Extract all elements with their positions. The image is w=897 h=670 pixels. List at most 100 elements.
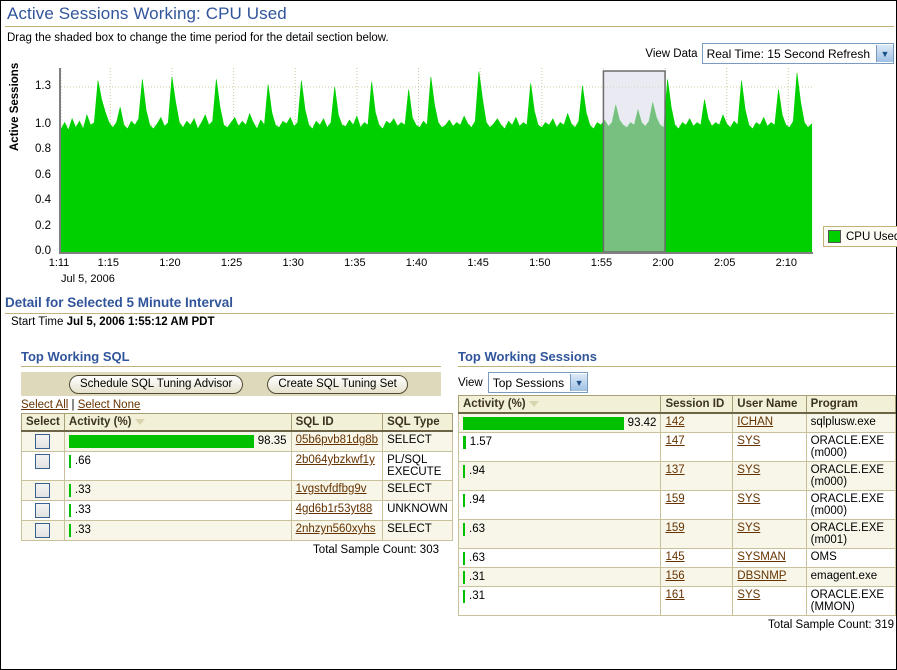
activity-value: .63 <box>465 523 656 535</box>
user-name-link[interactable]: ICHAN <box>737 416 773 428</box>
x-tick-label: 1:30 <box>283 257 304 269</box>
col-sql-type[interactable]: SQL Type <box>383 414 453 432</box>
row-checkbox[interactable] <box>35 454 50 469</box>
activity-value: .33 <box>71 524 287 536</box>
legend-label-cpu-used: CPU Used <box>846 231 897 243</box>
table-row: .662b064ybzkwf1yPL/SQL EXECUTE <box>22 452 453 481</box>
session-id-cell: 147 <box>661 433 733 462</box>
user-name-link[interactable]: SYSMAN <box>737 551 786 563</box>
schedule-sql-tuning-advisor-button[interactable]: Schedule SQL Tuning Advisor <box>69 375 243 394</box>
activity-cell: .33 <box>64 481 291 501</box>
col-user-name[interactable]: User Name <box>733 396 806 414</box>
activity-cell: .31 <box>459 568 661 587</box>
y-tick-label: 0.4 <box>25 194 51 206</box>
activity-bar <box>463 417 624 430</box>
row-checkbox[interactable] <box>35 483 50 498</box>
activity-cell: .63 <box>459 520 661 549</box>
row-select-cell <box>22 501 65 521</box>
select-links-separator: | <box>72 399 75 411</box>
user-name-link[interactable]: DBSNMP <box>737 570 786 582</box>
sessions-view-select[interactable]: Top Sessions ▼ <box>488 372 588 393</box>
col-session-id[interactable]: Session ID <box>661 396 733 414</box>
x-tick-label: 1:15 <box>98 257 119 269</box>
row-checkbox[interactable] <box>35 503 50 518</box>
top-working-sessions-panel: Top Working Sessions View Top Sessions ▼… <box>458 349 896 631</box>
top-sessions-divider <box>458 366 896 367</box>
row-checkbox[interactable] <box>35 523 50 538</box>
user-name-link[interactable]: SYS <box>737 464 760 476</box>
x-axis-date-label: Jul 5, 2006 <box>61 273 115 285</box>
sql-id-link[interactable]: 2nhzyn560xyhs <box>296 523 376 535</box>
table-row: .331vgstvfdfbg9vSELECT <box>22 481 453 501</box>
y-tick-label: 0.0 <box>25 245 51 257</box>
session-id-link[interactable]: 156 <box>665 570 684 582</box>
col-program[interactable]: Program <box>806 396 895 414</box>
col-activity[interactable]: Activity (%) <box>64 414 291 432</box>
select-none-link[interactable]: Select None <box>78 399 141 411</box>
user-name-cell: SYS <box>733 520 806 549</box>
x-tick-label: 1:50 <box>529 257 550 269</box>
activity-cell: .94 <box>459 462 661 491</box>
activity-cell: 1.57 <box>459 433 661 462</box>
top-working-sql-panel: Top Working SQL Schedule SQL Tuning Advi… <box>21 349 441 556</box>
sql-id-cell: 1vgstvfdfbg9v <box>291 481 383 501</box>
y-tick-label: 1.3 <box>25 80 51 92</box>
activity-value: .63 <box>465 552 656 564</box>
user-name-link[interactable]: SYS <box>737 589 760 601</box>
session-id-link[interactable]: 159 <box>665 522 684 534</box>
row-checkbox[interactable] <box>35 434 50 449</box>
view-data-select[interactable]: Real Time: 15 Second Refresh ▼ <box>702 43 894 64</box>
sort-descending-icon[interactable] <box>135 419 145 425</box>
x-tick-label: 1:40 <box>406 257 427 269</box>
session-id-cell: 145 <box>661 549 733 568</box>
sql-id-link[interactable]: 05b6pvb81dg8b <box>296 434 379 446</box>
detail-section-title: Detail for Selected 5 Minute Interval <box>5 295 233 310</box>
sql-id-cell: 2nhzyn560xyhs <box>291 521 383 541</box>
col-activity[interactable]: Activity (%) <box>459 396 661 414</box>
activity-value: 1.57 <box>466 436 657 448</box>
table-row: .94159SYSORACLE.EXE(m000) <box>459 491 896 520</box>
start-time-row: Start Time Jul 5, 2006 1:55:12 AM PDT <box>11 316 214 328</box>
col-select[interactable]: Select <box>22 414 65 432</box>
y-tick-label: 0.8 <box>25 143 51 155</box>
user-name-cell: SYSMAN <box>733 549 806 568</box>
user-name-link[interactable]: SYS <box>737 522 760 534</box>
x-tick-label: 1:11 <box>49 257 70 269</box>
sql-id-link[interactable]: 1vgstvfdfbg9v <box>296 483 367 495</box>
session-id-link[interactable]: 145 <box>665 551 684 563</box>
session-id-link[interactable]: 142 <box>665 416 684 428</box>
user-name-link[interactable]: SYS <box>737 435 760 447</box>
sessions-view-selected-value: Top Sessions <box>493 376 570 390</box>
view-data-control: View Data Real Time: 15 Second Refresh ▼ <box>645 43 894 64</box>
program-cell: ORACLE.EXE(m000) <box>806 433 895 462</box>
session-id-link[interactable]: 161 <box>665 589 684 601</box>
session-id-link[interactable]: 137 <box>665 464 684 476</box>
table-row: .334gd6b1r53yt88UNKNOWN <box>22 501 453 521</box>
create-sql-tuning-set-button[interactable]: Create SQL Tuning Set <box>267 375 407 394</box>
chevron-down-icon[interactable]: ▼ <box>876 45 893 62</box>
top-sql-title: Top Working SQL <box>21 349 441 364</box>
program-cell: ORACLE.EXE(MMON) <box>806 587 895 616</box>
session-id-cell: 156 <box>661 568 733 587</box>
sql-id-link[interactable]: 2b064ybzkwf1y <box>296 454 375 466</box>
program-cell: ORACLE.EXE(m000) <box>806 462 895 491</box>
sql-id-link[interactable]: 4gd6b1r53yt88 <box>296 503 373 515</box>
activity-value: .31 <box>465 590 656 602</box>
view-data-selected-value: Real Time: 15 Second Refresh <box>707 47 876 61</box>
table-row: .63145SYSMANOMS <box>459 549 896 568</box>
session-id-link[interactable]: 147 <box>665 435 684 447</box>
x-tick-label: 1:55 <box>591 257 612 269</box>
select-all-link[interactable]: Select All <box>21 399 68 411</box>
chart-plot-area[interactable] <box>59 68 813 254</box>
active-sessions-chart[interactable]: Active Sessions 0.00.20.40.60.81.01.3 1:… <box>1 63 897 293</box>
row-select-cell <box>22 431 65 452</box>
sort-descending-icon[interactable] <box>529 401 539 407</box>
row-select-cell <box>22 481 65 501</box>
user-name-link[interactable]: SYS <box>737 493 760 505</box>
x-tick-label: 2:00 <box>652 257 673 269</box>
activity-value: .66 <box>71 455 287 467</box>
chevron-down-icon[interactable]: ▼ <box>570 374 587 391</box>
top-sessions-title: Top Working Sessions <box>458 349 896 364</box>
col-sql-id[interactable]: SQL ID <box>291 414 383 432</box>
session-id-link[interactable]: 159 <box>665 493 684 505</box>
